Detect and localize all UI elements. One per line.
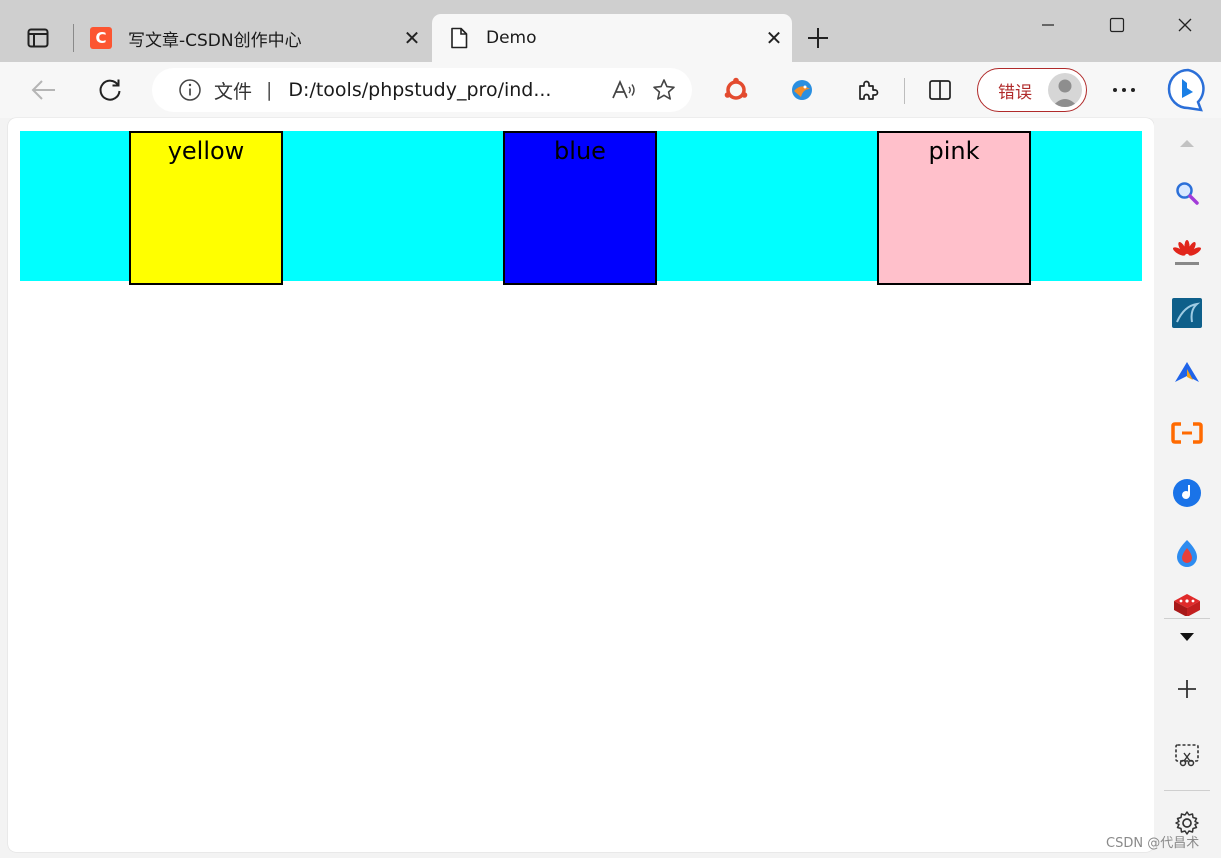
edge-sidebar — [1154, 118, 1221, 858]
maximize-button[interactable] — [1094, 6, 1140, 44]
tab-actions-button[interactable] — [16, 20, 60, 56]
plus-icon — [1178, 680, 1196, 698]
page-icon — [448, 27, 470, 49]
csdn-logo-icon: C — [90, 27, 112, 49]
toolbar: 文件 | D:/tools/phpstudy_pro/ind... 错误 — [0, 62, 1221, 118]
watermark-text: CSDN @代昌术 — [1106, 836, 1200, 851]
sidebar-item-browser[interactable] — [1168, 534, 1206, 572]
favorite-star-icon[interactable] — [644, 70, 684, 110]
app-icon — [1175, 362, 1199, 382]
pink-box: pink — [877, 131, 1031, 285]
more-button[interactable] — [1104, 70, 1144, 110]
sidebar-item-alibaba-cloud[interactable] — [1168, 414, 1206, 452]
refresh-icon — [99, 79, 121, 101]
address-bar[interactable]: 文件 | D:/tools/phpstudy_pro/ind... — [152, 68, 692, 112]
tab-separator — [73, 24, 74, 52]
box-label: pink — [928, 137, 980, 165]
info-icon[interactable] — [178, 78, 202, 102]
blue-box: blue — [503, 131, 657, 285]
refresh-button[interactable] — [90, 70, 130, 110]
profile-error-button[interactable]: 错误 — [977, 68, 1087, 112]
close-icon — [1178, 18, 1192, 32]
mysql-icon — [1172, 298, 1202, 328]
minimize-icon — [1042, 24, 1054, 26]
sidebar-item-game[interactable] — [1168, 594, 1206, 616]
search-icon — [1176, 182, 1199, 205]
tab-strip: C 写文章-CSDN创作中心 ✕ Demo ✕ — [0, 0, 1221, 62]
sidebar-screenshot-button[interactable] — [1168, 736, 1206, 774]
box-label: blue — [554, 137, 606, 165]
alibaba-cloud-icon — [1171, 422, 1203, 444]
sidebar-item-music[interactable] — [1168, 474, 1206, 512]
split-screen-button[interactable] — [920, 70, 960, 110]
back-arrow-icon — [31, 80, 55, 100]
sidebar-scroll-up-button[interactable] — [1168, 124, 1206, 162]
avatar — [1048, 73, 1082, 107]
tab-close-icon[interactable]: ✕ — [756, 26, 792, 50]
tab-title: Demo — [486, 28, 537, 48]
flame-browser-icon — [1177, 540, 1197, 567]
address-separator: | — [266, 79, 273, 101]
user-avatar-icon — [1052, 79, 1078, 107]
yellow-box: yellow — [129, 131, 283, 285]
sidebar-item-search[interactable] — [1168, 174, 1206, 212]
extension-2-button[interactable] — [782, 70, 822, 110]
bird-extension-icon — [792, 80, 812, 100]
cyan-container: yellow blue pink — [20, 131, 1142, 285]
screenshot-icon — [1175, 744, 1199, 767]
maximize-icon — [1109, 17, 1125, 33]
box-label: yellow — [167, 137, 245, 165]
more-dots-icon — [1113, 88, 1135, 92]
copilot-button[interactable] — [1162, 64, 1214, 116]
tab-demo[interactable]: Demo ✕ — [432, 14, 792, 62]
game-icon — [1174, 594, 1200, 616]
bing-chat-icon — [1167, 68, 1205, 112]
toolbar-divider — [904, 78, 905, 104]
puzzle-icon — [859, 80, 879, 100]
tab-csdn[interactable]: C 写文章-CSDN创作中心 ✕ — [80, 14, 430, 62]
sidebar-divider — [1164, 790, 1210, 791]
sidebar-scroll-down-button[interactable] — [1168, 618, 1206, 656]
ubuntu-style-extension-icon — [724, 77, 748, 100]
minimize-button[interactable] — [1025, 6, 1071, 44]
sidebar-item-app[interactable] — [1168, 354, 1206, 392]
read-aloud-icon[interactable] — [604, 70, 644, 110]
plus-icon — [808, 28, 828, 48]
sidebar-item-huawei[interactable] — [1168, 234, 1206, 272]
caret-up-icon — [1180, 140, 1194, 147]
extensions-button[interactable] — [848, 70, 888, 110]
new-tab-button[interactable] — [800, 20, 836, 56]
extension-1-button[interactable] — [716, 70, 756, 110]
huawei-icon — [1173, 240, 1201, 265]
page-viewport: yellow blue pink — [8, 118, 1154, 852]
sidebar-item-mysql[interactable] — [1168, 294, 1206, 332]
music-icon — [1173, 479, 1201, 507]
profile-status-label: 错误 — [998, 82, 1032, 103]
caret-down-icon — [1180, 633, 1194, 641]
close-window-button[interactable] — [1162, 6, 1208, 44]
browser-window: C 写文章-CSDN创作中心 ✕ Demo ✕ 文件 | D:/tools/ph… — [0, 0, 1221, 858]
back-button[interactable] — [24, 70, 64, 110]
sidebar-add-button[interactable] — [1168, 670, 1206, 708]
split-screen-icon — [929, 80, 951, 100]
tab-title: 写文章-CSDN创作中心 — [128, 30, 302, 51]
tab-actions-icon — [27, 28, 49, 48]
address-scheme-label: 文件 — [214, 80, 253, 103]
url-text[interactable]: D:/tools/phpstudy_pro/ind... — [288, 79, 604, 101]
tab-close-icon[interactable]: ✕ — [394, 26, 430, 50]
